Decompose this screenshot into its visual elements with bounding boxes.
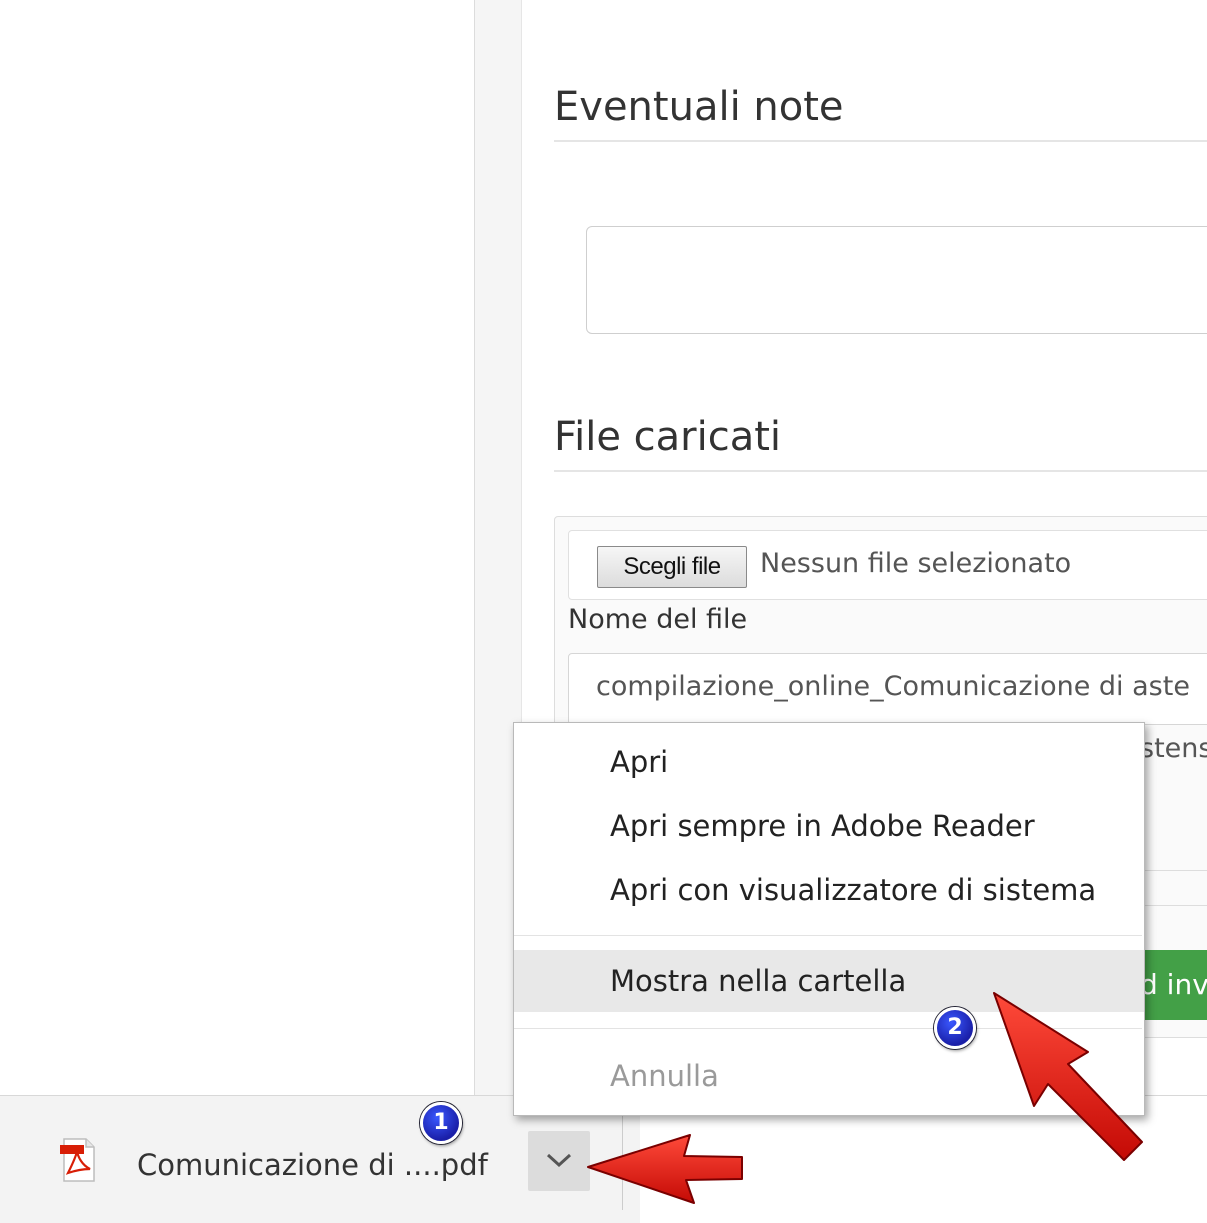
menu-item-label: Mostra nella cartella (610, 964, 907, 998)
menu-separator (514, 935, 1142, 936)
file-name-label: Nome del file (568, 604, 748, 635)
choose-file-button[interactable]: Scegli file (597, 546, 747, 588)
menu-item-label: Annulla (610, 1059, 719, 1093)
notes-section-title: Eventuali note (554, 84, 844, 130)
menu-item-always-open-adobe[interactable]: Apri sempre in Adobe Reader (514, 797, 1144, 859)
submit-button-label: d inv (1140, 968, 1207, 1001)
notes-textarea[interactable] (586, 226, 1207, 334)
download-options-button[interactable] (528, 1131, 590, 1191)
download-file-name[interactable]: Comunicazione di ....pdf (137, 1148, 488, 1182)
pdf-file-icon (58, 1137, 100, 1183)
files-section-divider (554, 470, 1207, 472)
submit-button[interactable]: d inv (1140, 950, 1207, 1020)
step-badge-1: 1 (420, 1102, 462, 1144)
menu-item-cancel[interactable]: Annulla (514, 1047, 1144, 1109)
menu-item-label: Apri sempre in Adobe Reader (610, 809, 1035, 843)
file-name-value: compilazione_online_Comunicazione di ast… (596, 671, 1190, 702)
menu-item-show-in-folder[interactable]: Mostra nella cartella (514, 950, 1144, 1012)
partial-row-text: stens (1140, 733, 1207, 764)
menu-item-label: Apri con visualizzatore di sistema (610, 873, 1097, 907)
row-divider (1140, 870, 1207, 871)
step-badge-2: 2 (934, 1007, 976, 1049)
download-item-divider (622, 1105, 623, 1210)
chevron-down-icon (546, 1153, 572, 1168)
menu-item-label: Apri (610, 745, 669, 779)
left-blank-area (0, 0, 474, 1095)
menu-item-open[interactable]: Apri (514, 733, 1144, 795)
download-context-menu: Apri Apri sempre in Adobe Reader Apri co… (513, 722, 1145, 1116)
menu-separator (514, 1028, 1142, 1029)
no-file-selected-text: Nessun file selezionato (760, 548, 1072, 579)
row-divider (1140, 905, 1207, 906)
notes-section-divider (554, 140, 1207, 142)
menu-item-open-system-viewer[interactable]: Apri con visualizzatore di sistema (514, 861, 1144, 923)
files-section-title: File caricati (554, 414, 782, 460)
